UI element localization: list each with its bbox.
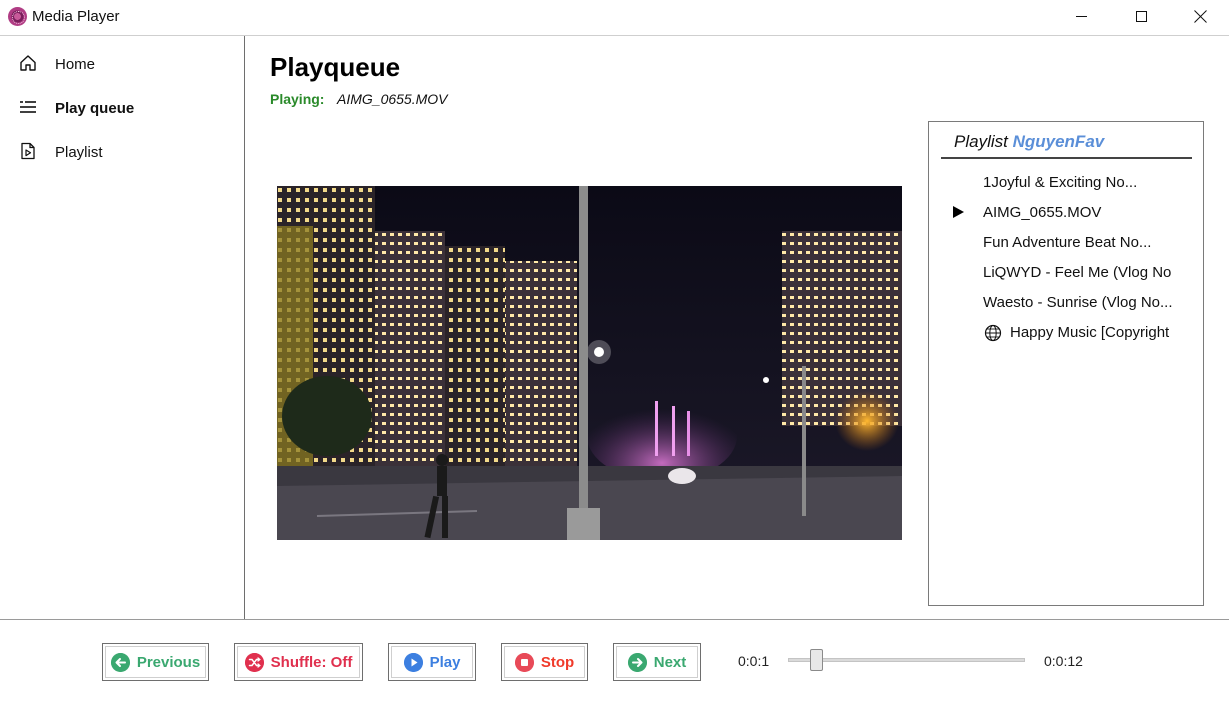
globe-icon: [984, 324, 1002, 342]
shuffle-circle-icon: [244, 652, 264, 672]
playlist-header: Playlist NguyenFav: [954, 132, 1104, 152]
previous-button-label: Previous: [136, 653, 201, 671]
play-button-content: Play: [391, 646, 473, 678]
sidebar-item-home[interactable]: Home: [0, 40, 244, 84]
media-player-app-icon: [8, 7, 27, 26]
minimize-button[interactable]: [1052, 0, 1110, 33]
sidebar-item-play-queue[interactable]: Play queue: [0, 84, 244, 128]
sidebar-item-label: Play queue: [55, 100, 135, 117]
next-button[interactable]: Next: [613, 643, 701, 681]
current-track-play-icon: [953, 206, 964, 218]
arrow-right-circle-icon: [627, 652, 647, 672]
play-button-label: Play: [429, 653, 461, 671]
previous-button-content: Previous: [105, 646, 206, 678]
window-title: Media Player: [32, 8, 120, 25]
seek-slider-track[interactable]: [788, 658, 1025, 662]
playlist-file-icon: [21, 142, 35, 160]
seek-slider-thumb[interactable]: [810, 649, 824, 671]
playlist-track[interactable]: 1Joyful & Exciting No...: [983, 174, 1137, 191]
sidebar-divider: [244, 36, 245, 619]
queue-list-icon: [20, 101, 36, 113]
shuffle-button-label: Shuffle: Off: [270, 653, 353, 671]
playlist-track[interactable]: Waesto - Sunrise (Vlog No...: [983, 294, 1173, 311]
arrow-left-circle-icon: [110, 652, 130, 672]
previous-button[interactable]: Previous: [102, 643, 209, 681]
playlist-header-divider: [941, 157, 1192, 159]
now-playing-filename: AIMG_0655.MOV: [337, 91, 448, 107]
stop-button[interactable]: Stop: [501, 643, 588, 681]
playlist-panel: Playlist NguyenFav 1Joyful & Exciting No…: [928, 121, 1204, 606]
shuffle-button-content: Shuffle: Off: [237, 646, 360, 678]
home-icon: [20, 55, 36, 71]
play-circle-icon: [403, 652, 423, 672]
play-button[interactable]: Play: [388, 643, 476, 681]
stop-button-content: Stop: [504, 646, 585, 678]
page-title: Playqueue: [270, 52, 401, 82]
maximize-button[interactable]: [1112, 0, 1170, 33]
close-button[interactable]: [1171, 0, 1229, 33]
shuffle-button[interactable]: Shuffle: Off: [234, 643, 363, 681]
total-time: 0:0:12: [1044, 653, 1083, 669]
playlist-track[interactable]: LiQWYD - Feel Me (Vlog No: [983, 264, 1171, 281]
playlist-name: NguyenFav: [1012, 132, 1105, 151]
controls-divider: [0, 619, 1229, 620]
video-player[interactable]: [277, 186, 902, 540]
sidebar-item-label: Playlist: [55, 144, 103, 161]
playlist-track[interactable]: Happy Music [Copyright: [1010, 324, 1169, 341]
sidebar: Home Play queue Playlist: [0, 36, 244, 619]
playlist-header-prefix: Playlist: [954, 132, 1008, 151]
playing-label: Playing:: [270, 91, 325, 107]
video-frame: [277, 186, 902, 540]
playlist-track-current[interactable]: AIMG_0655.MOV: [983, 204, 1101, 221]
stop-circle-icon: [514, 652, 534, 672]
stop-button-label: Stop: [540, 653, 575, 671]
next-button-label: Next: [653, 653, 687, 671]
next-button-content: Next: [616, 646, 698, 678]
playlist-track[interactable]: Fun Adventure Beat No...: [983, 234, 1151, 251]
title-bar: Media Player: [0, 0, 1229, 34]
maximize-icon: [1135, 11, 1147, 22]
minimize-icon: [1075, 16, 1087, 17]
current-time: 0:0:1: [738, 653, 770, 669]
close-icon: [1194, 10, 1207, 23]
sidebar-item-label: Home: [55, 56, 96, 73]
sidebar-item-playlist[interactable]: Playlist: [0, 128, 244, 172]
